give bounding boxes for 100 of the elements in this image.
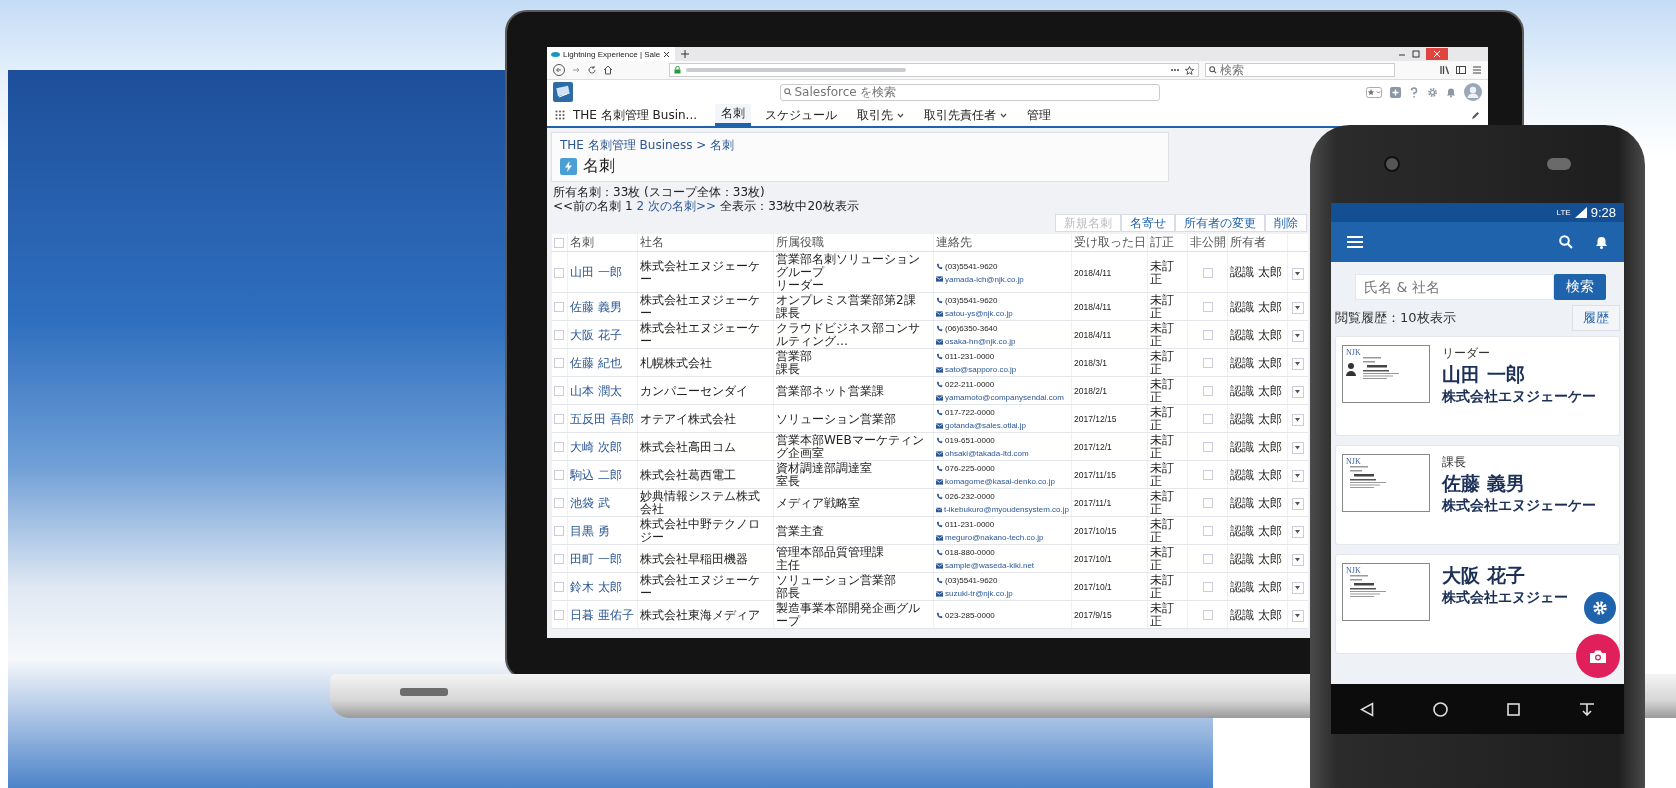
pencil-icon[interactable]: [1471, 110, 1480, 120]
nav-tab[interactable]: 取引先責任者: [918, 104, 1014, 126]
row-checkbox[interactable]: [554, 582, 564, 592]
row-menu-button[interactable]: [1291, 610, 1304, 622]
name-link[interactable]: 五反田 吾郎: [570, 411, 634, 426]
column-header[interactable]: 受け取った日: [1074, 235, 1146, 249]
menu-icon[interactable]: [1472, 65, 1482, 75]
forward-icon[interactable]: [571, 65, 581, 75]
help-icon[interactable]: [1409, 86, 1419, 98]
column-header[interactable]: 訂正: [1150, 235, 1174, 249]
avatar-icon[interactable]: [1464, 83, 1482, 101]
name-link[interactable]: 池袋 武: [570, 495, 610, 510]
more-icon[interactable]: [1170, 68, 1180, 72]
row-checkbox[interactable]: [554, 526, 564, 536]
keyboard-hide-icon[interactable]: [1578, 702, 1595, 716]
private-checkbox[interactable]: [1202, 386, 1213, 396]
private-checkbox[interactable]: [1202, 267, 1213, 278]
private-checkbox[interactable]: [1202, 302, 1213, 312]
row-checkbox[interactable]: [554, 442, 564, 452]
row-checkbox[interactable]: [554, 554, 564, 564]
select-all-checkbox[interactable]: [554, 238, 564, 248]
name-link[interactable]: 山田 一郎: [570, 265, 622, 279]
action-button[interactable]: 所有者の変更: [1175, 214, 1265, 232]
pager-link[interactable]: 2 次の名刺>>: [636, 199, 717, 213]
contact-card[interactable]: NJK 課長 佐藤 義男 株式会社エヌジェーケー: [1335, 445, 1620, 545]
name-link[interactable]: 目黒 勇: [570, 523, 610, 538]
row-checkbox[interactable]: [554, 610, 564, 620]
app-launcher-icon[interactable]: [555, 110, 565, 120]
row-menu-button[interactable]: [1291, 267, 1304, 280]
column-header[interactable]: 名刺: [570, 235, 594, 249]
bell-icon[interactable]: [1595, 235, 1608, 249]
breadcrumb-link[interactable]: THE 名刺管理 Business > 名刺: [560, 137, 1160, 154]
row-menu-button[interactable]: [1291, 554, 1304, 566]
column-header[interactable]: 所属役職: [776, 235, 824, 249]
maximize-icon[interactable]: [1412, 50, 1420, 58]
email-link[interactable]: yamamoto@companysendai.com: [945, 391, 1064, 404]
row-checkbox[interactable]: [554, 302, 564, 312]
email-link[interactable]: suzuki-tr@njk.co.jp: [945, 587, 1013, 600]
row-menu-button[interactable]: [1291, 582, 1304, 594]
row-checkbox[interactable]: [554, 330, 564, 340]
name-link[interactable]: 田町 一郎: [570, 551, 622, 566]
search-field[interactable]: Salesforce を検索: [779, 83, 1160, 101]
favorites-icon[interactable]: [1366, 86, 1382, 98]
column-header[interactable]: 所有者: [1230, 235, 1266, 249]
row-checkbox[interactable]: [554, 414, 564, 424]
email-link[interactable]: yamada-ich@njk.co.jp: [945, 272, 1024, 286]
name-link[interactable]: 駒込 二郎: [570, 467, 622, 482]
column-header[interactable]: 社名: [640, 235, 664, 249]
sidebar-icon[interactable]: [1456, 65, 1466, 75]
row-menu-button[interactable]: [1291, 498, 1304, 510]
row-menu-button[interactable]: [1291, 330, 1304, 342]
private-checkbox[interactable]: [1202, 610, 1213, 620]
contact-card[interactable]: NJK 大阪 花子 株式会社エヌジェー: [1335, 554, 1620, 654]
private-checkbox[interactable]: [1202, 470, 1213, 480]
nav-tab[interactable]: 名刺: [715, 104, 752, 126]
row-checkbox[interactable]: [554, 386, 564, 396]
settings-icon[interactable]: [1427, 86, 1438, 98]
search-field[interactable]: 検索: [1205, 63, 1395, 77]
private-checkbox[interactable]: [1202, 442, 1213, 452]
reload-icon[interactable]: [587, 65, 597, 75]
email-link[interactable]: sample@waseda-kiki.net: [945, 559, 1035, 572]
nav-tab[interactable]: 取引先: [851, 104, 911, 126]
email-link[interactable]: sato@sapporo.co.jp: [945, 363, 1017, 376]
logo-icon[interactable]: [553, 82, 573, 102]
private-checkbox[interactable]: [1202, 554, 1213, 564]
name-link[interactable]: 大崎 次郎: [570, 439, 622, 454]
star-icon[interactable]: [1185, 65, 1194, 75]
library-icon[interactable]: [1440, 65, 1450, 75]
private-checkbox[interactable]: [1202, 414, 1213, 424]
email-link[interactable]: osaka-hn@njk.co.jp: [945, 335, 1016, 348]
email-link[interactable]: satou-ys@njk.co.jp: [945, 307, 1013, 320]
name-link[interactable]: 佐藤 紀也: [570, 355, 622, 370]
private-checkbox[interactable]: [1202, 358, 1213, 368]
search-icon[interactable]: [1559, 235, 1573, 249]
email-link[interactable]: komagome@kasai-denko.co.jp: [945, 475, 1055, 488]
email-link[interactable]: t-ikebukuro@myoudensystem.co.jp: [943, 503, 1069, 516]
action-button[interactable]: 名寄せ: [1121, 214, 1175, 232]
plus-icon[interactable]: [681, 50, 689, 58]
browser-tab[interactable]: Lightning Experience | Sale: [547, 47, 675, 61]
row-menu-button[interactable]: [1291, 302, 1304, 314]
name-link[interactable]: 日暮 亜佑子: [570, 607, 634, 622]
row-menu-button[interactable]: [1291, 442, 1304, 454]
name-link[interactable]: 佐藤 義男: [570, 299, 622, 314]
row-menu-button[interactable]: [1291, 470, 1304, 482]
search-button[interactable]: 検索: [1554, 274, 1606, 300]
row-checkbox[interactable]: [554, 358, 564, 368]
history-button[interactable]: 履歴: [1572, 305, 1620, 331]
row-menu-button[interactable]: [1291, 386, 1304, 398]
email-link[interactable]: gotanda@sales.otlai.jp: [945, 419, 1027, 432]
row-checkbox[interactable]: [554, 470, 564, 480]
search-field[interactable]: 氏名 & 社名: [1355, 274, 1554, 300]
close-icon[interactable]: [663, 50, 671, 58]
row-menu-button[interactable]: [1291, 358, 1304, 370]
nav-tab[interactable]: 管理: [1021, 104, 1058, 126]
row-checkbox[interactable]: [554, 498, 564, 508]
email-link[interactable]: ohsaki@takada-ltd.com: [945, 447, 1029, 460]
private-checkbox[interactable]: [1202, 330, 1213, 340]
row-menu-button[interactable]: [1291, 526, 1304, 538]
row-menu-button[interactable]: [1291, 414, 1304, 426]
bell-icon[interactable]: [1446, 86, 1456, 98]
